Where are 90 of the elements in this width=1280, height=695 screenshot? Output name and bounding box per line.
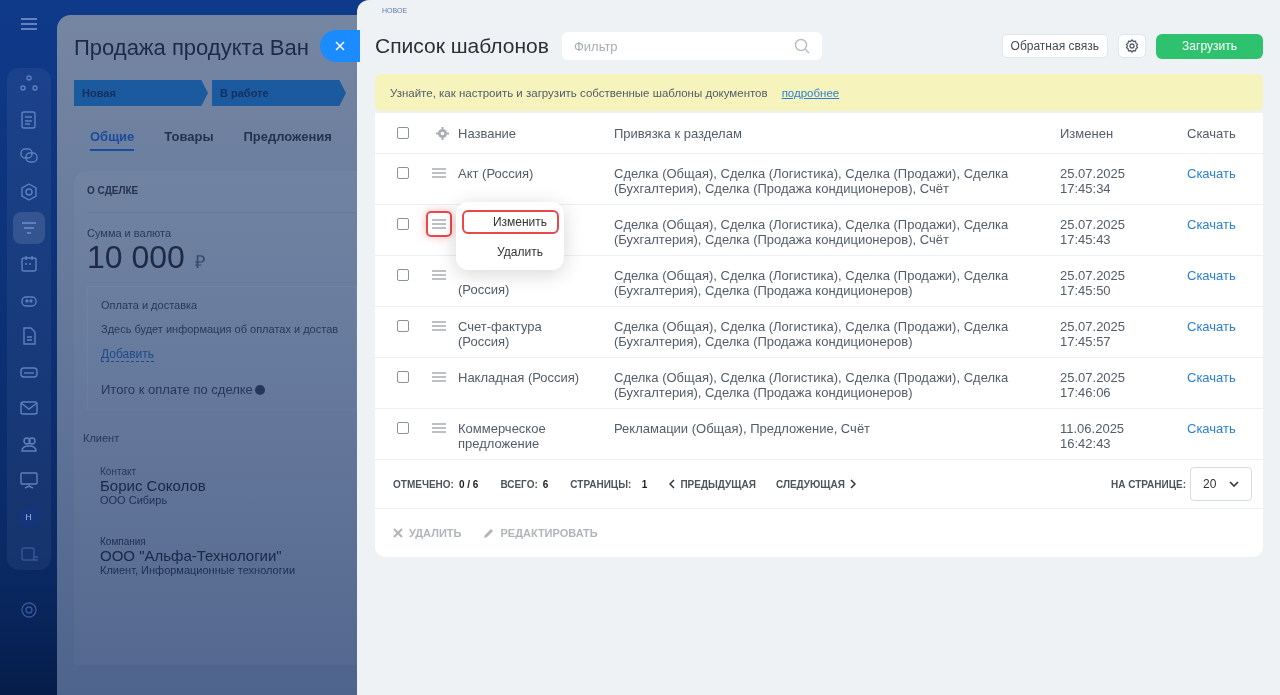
binding-cell-text: Сделка (Общая), Сделка (Логистика), Сделка (Продажи), Сделка (Бухгалтерия), Сделка (Продажа кондиционеров) [614,319,1010,349]
contact-name: Борис Соколов [100,477,207,494]
mail-icon[interactable] [18,398,39,418]
per-page-label: НА СТРАНИЦЕ: [1110,478,1186,490]
company-info: Клиент, Информационные технологии [100,564,297,576]
close-icon [335,41,345,51]
more-link[interactable]: подробнее [781,86,840,99]
changed-date: 25.07.2025 17:45:57 [1060,319,1127,349]
people-icon[interactable] [18,434,39,454]
section-title: О СДЕЛКЕ [87,185,357,213]
template-name: (Россия) [458,282,510,297]
template-name: Коммерческое предложение [458,421,546,451]
client-title: Клиент [83,432,121,444]
per-page-dropdown[interactable]: 20 [1190,467,1252,501]
field-label: Сумма и валюта [87,227,173,239]
upload-button[interactable]: Загрузить [1156,33,1263,59]
select-all-checkbox[interactable] [397,127,409,139]
pencil-icon [483,527,495,539]
menu-item[interactable]: Изменить [461,210,559,234]
download-link[interactable]: Скачать [1187,268,1263,283]
column-header[interactable]: Название [458,125,614,141]
chat-icon[interactable] [18,146,39,166]
template-name: Акт (Россия) [458,166,534,181]
chevron-down-icon [1229,481,1239,487]
column-header[interactable]: Привязка к разделам [614,125,1060,141]
field-label: Контакт [100,466,137,477]
deal-tab[interactable]: Предложения [243,129,332,151]
column-header[interactable]: Скачать [1187,125,1263,141]
checked-count: ОТМЕЧЕНО: 0 / 6 [393,478,479,490]
pages-count: СТРАНИЦЫ: 1 [570,478,648,490]
binding-cell-text: Сделка (Общая), Сделка (Логистика), Сделка (Продажи), Сделка (Бухгалтерия), Сделка (Продажа кондиционеров), Счёт [614,217,1010,247]
download-link[interactable]: Скачать [1187,166,1263,181]
total-count: ВСЕГО: 6 [500,478,549,490]
contact-company: ООО Сибирь [100,494,169,506]
settings-icon [1125,39,1139,53]
company-name: ООО "Альфа-Технологии" [100,547,283,564]
doc-icon[interactable] [18,110,39,130]
binding-cell-text: Сделка (Общая), Сделка (Логистика), Сделка (Продажи), Сделка (Бухгалтерия), Сделка (Продажа кондиционеров), Счёт [614,166,1010,196]
deal-title: Продажа продукта Ван [74,35,309,61]
chevron-left-icon [669,479,676,489]
field-label: Компания [100,536,147,547]
row-checkbox[interactable] [397,422,409,434]
download-link[interactable]: Скачать [1187,370,1263,385]
hex-icon[interactable] [18,182,39,202]
changed-date: 25.07.2025 17:45:50 [1060,268,1127,298]
changed-date: 11.06.2025 16:42:43 [1060,421,1126,451]
flow-icon[interactable] [18,74,39,94]
download-link[interactable]: Скачать [1187,217,1263,232]
row-menu-icon[interactable] [426,211,452,237]
settings-icon[interactable] [18,600,39,620]
next-page-link[interactable]: СЛЕДУЮЩАЯ [775,478,856,490]
row-checkbox[interactable] [397,371,409,383]
template-name: Счет-фактура (Россия) [458,319,542,349]
menu-item[interactable]: Удалить [461,240,559,264]
row-checkbox[interactable] [397,320,409,332]
download-link[interactable]: Скачать [1187,319,1263,334]
payment-text: Здесь будет информация об оплатах и достав [101,323,340,335]
template-name: Накладная (Россия) [458,370,580,385]
user-avatar[interactable]: Н [17,506,40,528]
row-checkbox[interactable] [397,167,409,179]
changed-date: 25.07.2025 17:45:34 [1060,166,1127,196]
banner-text: Узнайте, как настроить и загрузить собственные шаблоны документов [390,86,768,99]
board-icon[interactable] [18,470,39,490]
binding-cell-text: Рекламации (Общая), Предложение, Счёт [614,421,872,436]
close-button[interactable] [320,30,360,62]
menu-icon[interactable] [20,18,37,30]
funnel-icon[interactable] [12,212,45,244]
changed-date: 25.07.2025 17:46:06 [1060,370,1127,400]
search-icon [793,38,810,54]
row-checkbox[interactable] [397,269,409,281]
deal-tab[interactable]: Товары [164,129,214,151]
previous-page-link[interactable]: ПРЕДЫДУЩАЯ [669,478,756,490]
gear-icon[interactable] [436,126,449,140]
settings-button[interactable] [1118,34,1146,58]
changed-date: 25.07.2025 17:45:43 [1060,217,1127,247]
binding-cell-text: Сделка (Общая), Сделка (Логистика), Сделка (Продажи), Сделка (Бухгалтерия), Сделка (Продажа кондиционеров) [614,370,1010,400]
filter-field[interactable]: Фильтр [561,32,822,60]
currency-sign: ₽ [194,251,205,273]
field-label: Оплата и доставка [101,299,199,311]
feedback-button[interactable]: Обратная связь [1001,34,1108,58]
column-header[interactable]: Изменен [1060,125,1187,141]
total-label: Итого к оплате по сделке [101,382,253,397]
close-icon [393,528,403,538]
row-checkbox[interactable] [397,218,409,230]
chevron-right-icon [849,479,856,489]
panel-title: Список шаблонов [375,34,549,58]
amount-value: 10 000 [87,239,185,276]
binding-cell-text: Сделка (Общая), Сделка (Логистика), Сделка (Продажи), Сделка (Бухгалтерия), Сделка (Продажа кондиционеров) [614,268,1010,298]
help-icon[interactable] [254,384,265,395]
download-link[interactable]: Скачать [1187,421,1263,436]
